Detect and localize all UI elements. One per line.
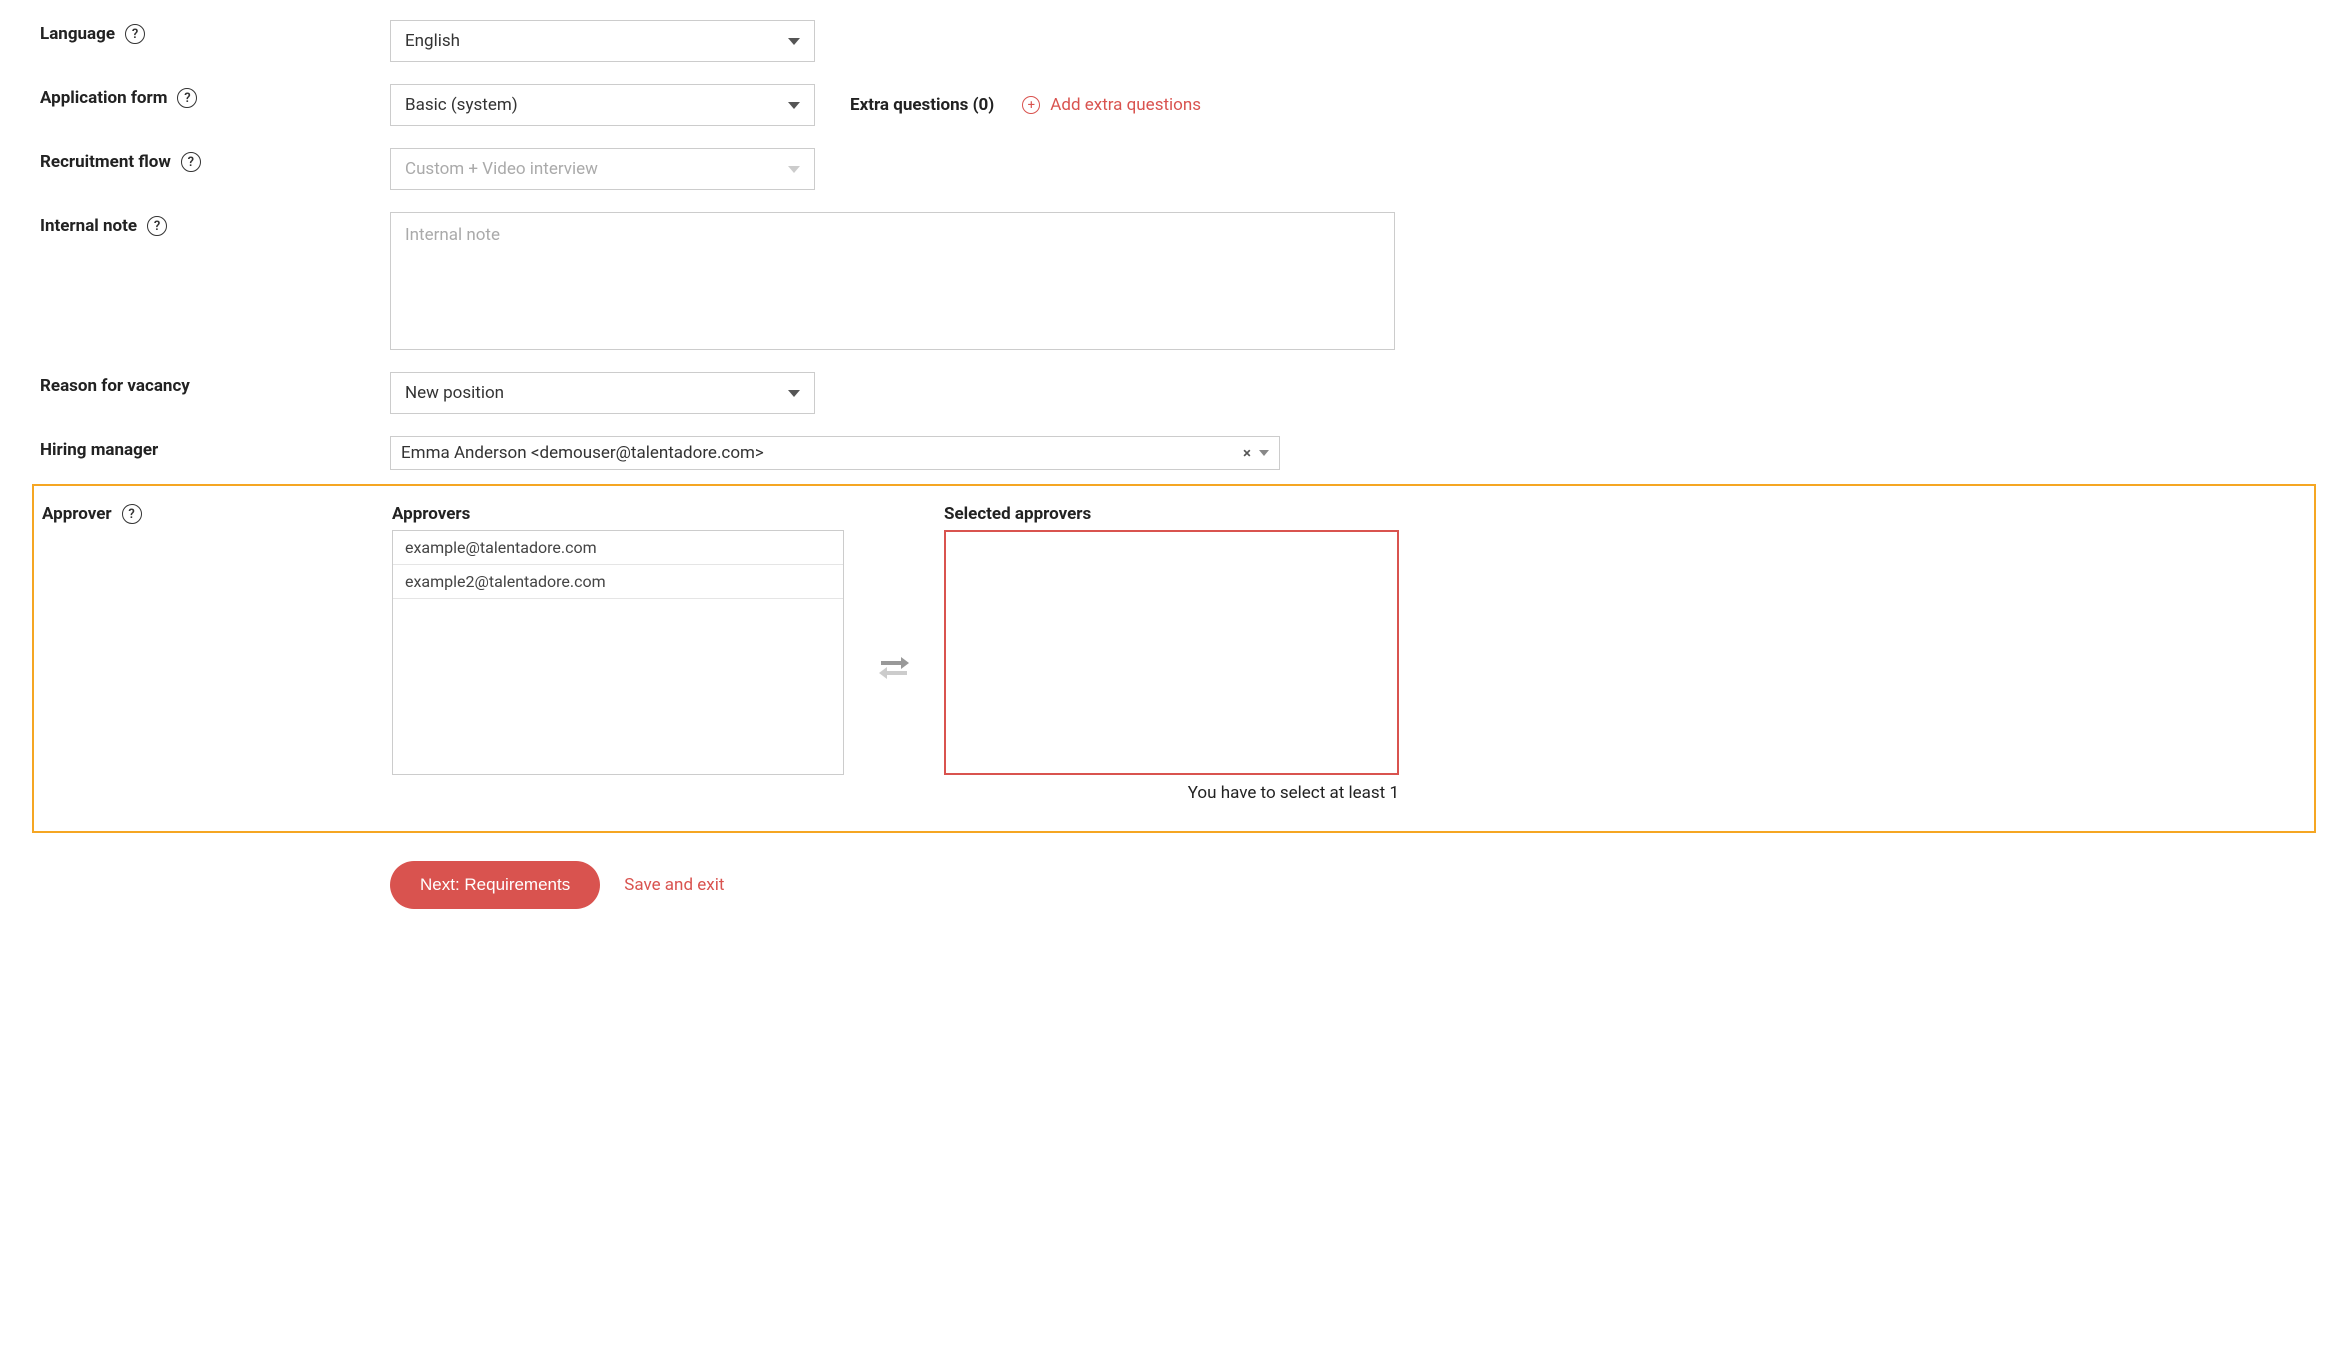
chevron-down-icon [788, 390, 800, 397]
row-hiring-manager: Hiring manager Emma Anderson <demouser@t… [40, 436, 2308, 470]
label-approver: Approver ? [42, 504, 392, 524]
recruitment-flow-value: Custom + Video interview [405, 159, 598, 179]
selected-approvers-header: Selected approvers [944, 504, 1399, 524]
help-icon[interactable]: ? [147, 216, 167, 236]
label-hiring-manager-text: Hiring manager [40, 440, 158, 460]
language-select[interactable]: English [390, 20, 815, 62]
help-icon[interactable]: ? [177, 88, 197, 108]
selected-approvers-col: Selected approvers You have to select at… [944, 504, 1399, 803]
control-language: English [390, 20, 2308, 62]
application-form-select[interactable]: Basic (system) [390, 84, 815, 126]
label-recruitment-flow: Recruitment flow ? [40, 148, 390, 172]
control-application-form: Basic (system) Extra questions (0) + Add… [390, 84, 2308, 126]
row-language: Language ? English [40, 20, 2308, 62]
label-internal-note-text: Internal note [40, 216, 137, 236]
hiring-manager-value: Emma Anderson <demouser@talentadore.com> [401, 443, 764, 463]
approver-warning: You have to select at least 1 [944, 783, 1399, 803]
footer-buttons: Next: Requirements Save and exit [390, 861, 2308, 909]
help-icon[interactable]: ? [181, 152, 201, 172]
selected-approvers-list[interactable] [944, 530, 1399, 775]
control-reason-vacancy: New position [390, 372, 2308, 414]
control-hiring-manager: Emma Anderson <demouser@talentadore.com>… [390, 436, 2308, 470]
help-icon[interactable]: ? [122, 504, 142, 524]
reason-vacancy-value: New position [405, 383, 504, 403]
available-approvers-list[interactable]: example@talentadore.comexample2@talentad… [392, 530, 844, 775]
chevron-down-icon [1259, 450, 1269, 456]
approver-section: Approver ? Approvers example@talentadore… [32, 484, 2316, 833]
available-approvers-col: Approvers example@talentadore.comexample… [392, 504, 844, 803]
label-reason-vacancy-text: Reason for vacancy [40, 376, 190, 396]
label-internal-note: Internal note ? [40, 212, 390, 236]
control-recruitment-flow: Custom + Video interview [390, 148, 2308, 190]
save-exit-link[interactable]: Save and exit [624, 875, 724, 895]
reason-vacancy-select[interactable]: New position [390, 372, 815, 414]
row-internal-note: Internal note ? [40, 212, 2308, 350]
chevron-down-icon [788, 166, 800, 173]
extra-questions-label: Extra questions (0) [850, 95, 994, 115]
add-extra-questions-link[interactable]: + Add extra questions [1022, 95, 1201, 115]
chevron-down-icon [788, 38, 800, 45]
plus-circle-icon: + [1022, 96, 1040, 114]
row-recruitment-flow: Recruitment flow ? Custom + Video interv… [40, 148, 2308, 190]
label-language-text: Language [40, 24, 115, 44]
approver-container: Approver ? Approvers example@talentadore… [42, 504, 2306, 803]
language-value: English [405, 31, 460, 51]
label-recruitment-flow-text: Recruitment flow [40, 152, 171, 172]
recruitment-flow-select: Custom + Video interview [390, 148, 815, 190]
label-application-form-text: Application form [40, 88, 167, 108]
transfer-arrows [844, 504, 944, 803]
label-reason-vacancy: Reason for vacancy [40, 372, 390, 396]
label-hiring-manager: Hiring manager [40, 436, 390, 460]
chevron-down-icon [788, 102, 800, 109]
extra-questions-group: Extra questions (0) + Add extra question… [850, 95, 1201, 115]
label-approver-text: Approver [42, 504, 112, 524]
label-application-form: Application form ? [40, 84, 390, 108]
approver-list-item[interactable]: example2@talentadore.com [393, 565, 843, 599]
control-internal-note [390, 212, 2308, 350]
application-form-value: Basic (system) [405, 95, 518, 115]
internal-note-textarea[interactable] [390, 212, 1395, 350]
label-language: Language ? [40, 20, 390, 44]
approvers-layout: Approvers example@talentadore.comexample… [392, 504, 2306, 803]
row-reason-vacancy: Reason for vacancy New position [40, 372, 2308, 414]
hiring-manager-select[interactable]: Emma Anderson <demouser@talentadore.com>… [390, 436, 1280, 470]
swap-icon[interactable] [879, 653, 909, 679]
hiring-manager-controls: × [1243, 444, 1269, 462]
add-extra-questions-text: Add extra questions [1050, 95, 1201, 115]
help-icon[interactable]: ? [125, 24, 145, 44]
next-button[interactable]: Next: Requirements [390, 861, 600, 909]
clear-icon[interactable]: × [1243, 444, 1251, 462]
approver-list-item[interactable]: example@talentadore.com [393, 531, 843, 565]
row-application-form: Application form ? Basic (system) Extra … [40, 84, 2308, 126]
available-approvers-header: Approvers [392, 504, 844, 524]
